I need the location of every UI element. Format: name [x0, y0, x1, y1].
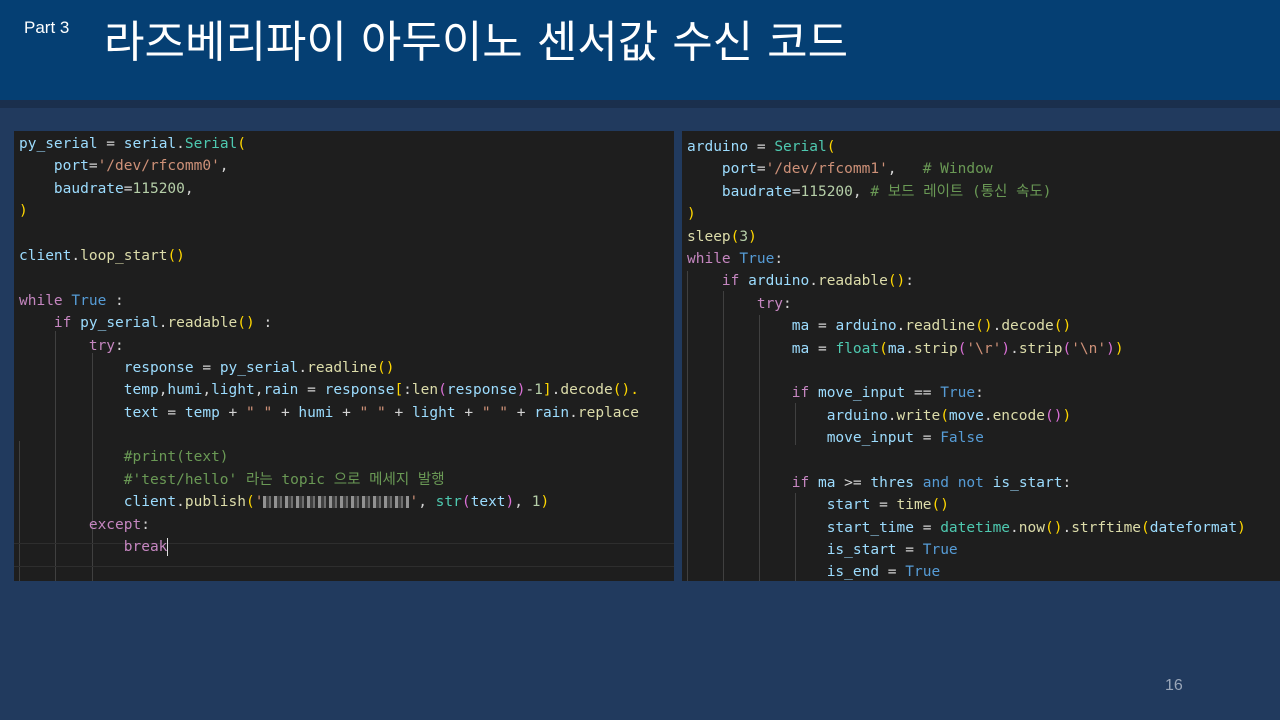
code-line: while True: — [687, 250, 784, 267]
code-line: move_input = False — [826, 430, 984, 447]
code-line: start = time() — [826, 497, 949, 514]
code-line: arduino.write(move.encode()) — [826, 407, 1072, 424]
code-line: if py_serial.readable() : — [53, 315, 273, 332]
code-line: start_time = datetime.now().strftime(dat… — [826, 519, 1246, 536]
slide-title: 라즈베리파이 아두이노 센서값 수신 코드 — [104, 17, 849, 68]
code-line: #print(text) — [123, 449, 229, 466]
code-line: response = py_serial.readline() — [123, 359, 395, 376]
code-line: ) — [687, 206, 696, 223]
code-line: port='/dev/rfcomm0', — [53, 158, 229, 175]
code-line: ma = arduino.readline().decode() — [791, 318, 1072, 335]
code-line: ma = float(ma.strip('\r').strip('\n')) — [791, 340, 1124, 357]
text-cursor — [167, 538, 169, 557]
code-line: try: — [756, 295, 792, 312]
redacted-topic — [263, 496, 410, 509]
code-line: if ma >= thres and not is_start: — [791, 474, 1072, 491]
page-number: 16 — [1165, 677, 1183, 694]
code-line: if move_input == True: — [791, 385, 984, 402]
slide-header: Part 3 라즈베리파이 아두이노 센서값 수신 코드 — [0, 0, 1280, 100]
code-line: #'test/hello' 라는 topic 으로 메세지 발행 — [123, 471, 445, 488]
code-line: sleep(3) — [687, 228, 757, 245]
code-line: baudrate=115200, # 보드 레이트 (통신 속도) — [721, 183, 1052, 200]
code-lines: py_serial = serial.Serial( port='/dev/rf… — [19, 133, 639, 558]
part-label: Part 3 — [24, 18, 70, 37]
left-code-editor[interactable]: py_serial = serial.Serial( port='/dev/rf… — [14, 131, 674, 581]
code-line: is_end = True — [826, 564, 941, 581]
code-line: except: — [88, 516, 150, 533]
code-line: port='/dev/rfcomm1', # Window — [721, 161, 993, 178]
code-line: while True : — [19, 292, 124, 309]
header-divider — [0, 100, 1280, 108]
code-line: client.publish(' ', str(text), 1) — [123, 494, 550, 511]
code-line: baudrate=115200, — [53, 180, 194, 197]
code-line: text = temp + " " + humi + " " + light +… — [123, 404, 639, 421]
code-line: try: — [88, 337, 124, 354]
code-lines: arduino = Serial( port='/dev/rfcomm1', #… — [687, 136, 1246, 581]
code-line: ) — [19, 203, 28, 220]
code-line: arduino = Serial( — [687, 139, 836, 155]
code-line: py_serial = serial.Serial( — [19, 136, 247, 152]
code-line: is_start = True — [826, 542, 958, 559]
code-line: break — [123, 538, 169, 557]
code-line: if arduino.readable(): — [721, 273, 915, 290]
code-line: temp,humi,light,rain = response[:len(res… — [123, 382, 639, 399]
right-code-editor[interactable]: arduino = Serial( port='/dev/rfcomm1', #… — [682, 131, 1280, 581]
code-line: client.loop_start() — [19, 247, 185, 264]
